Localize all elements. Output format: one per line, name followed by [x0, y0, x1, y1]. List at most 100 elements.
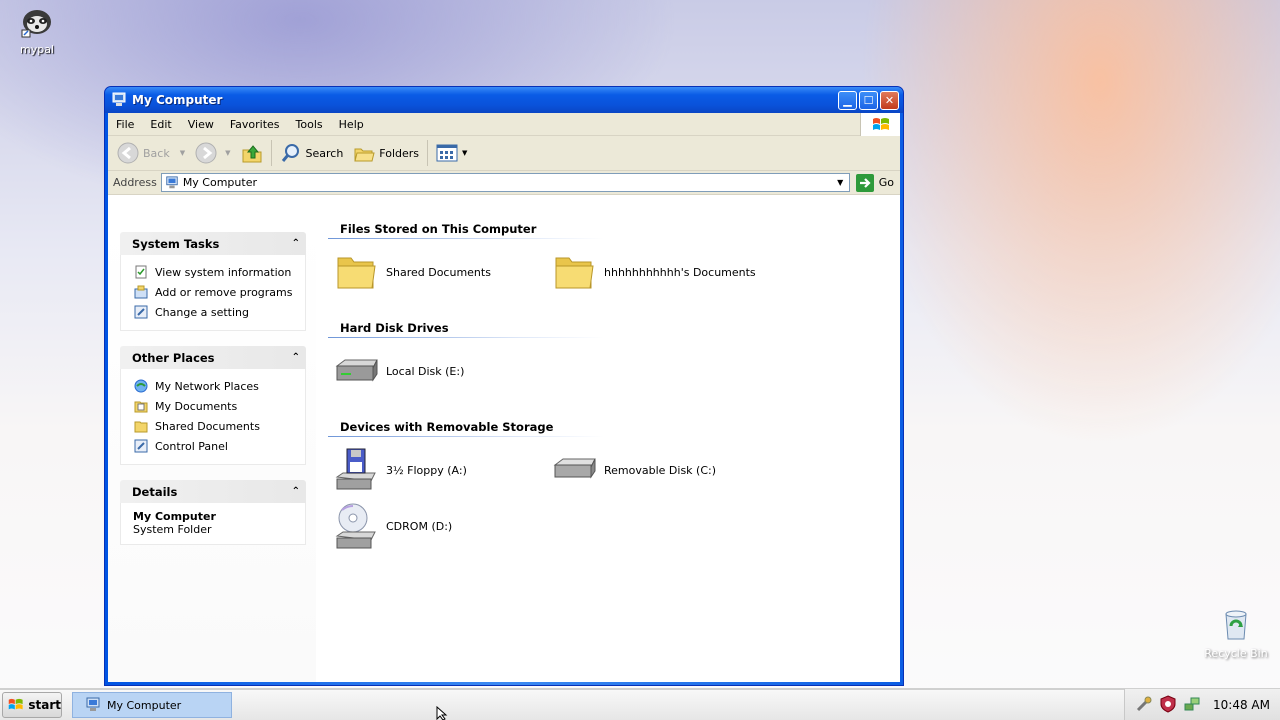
- item-shared-documents[interactable]: Shared Documents: [332, 248, 491, 296]
- item-label: Shared Documents: [386, 265, 491, 279]
- menu-edit[interactable]: Edit: [142, 118, 179, 131]
- my-computer-window[interactable]: My Computer ▁ ☐ ✕ File Edit View Favorit…: [104, 86, 904, 686]
- task-add-remove-programs[interactable]: Add or remove programs: [133, 282, 295, 302]
- collapse-chevron-icon[interactable]: ⌃: [292, 238, 300, 249]
- tray-tools-icon[interactable]: [1135, 695, 1153, 716]
- desktop-icon-recycle-bin[interactable]: Recycle Bin: [1204, 608, 1268, 660]
- taskbar-item-my-computer[interactable]: My Computer: [72, 692, 232, 718]
- group-hard-disk-drives: Hard Disk Drives: [328, 321, 604, 338]
- item-user-documents[interactable]: hhhhhhhhhhh's Documents: [550, 248, 756, 296]
- folder-icon: [332, 248, 380, 296]
- folders-label: Folders: [379, 146, 420, 160]
- group-divider: [328, 238, 604, 239]
- item-label: 3½ Floppy (A:): [386, 463, 467, 477]
- title-bar[interactable]: My Computer ▁ ☐ ✕: [105, 87, 903, 113]
- task-change-setting[interactable]: Change a setting: [133, 302, 295, 322]
- floppy-drive-icon: [332, 446, 380, 494]
- maximize-icon: ☐: [863, 93, 874, 107]
- menu-tools[interactable]: Tools: [288, 118, 331, 131]
- close-button[interactable]: ✕: [880, 90, 899, 110]
- removable-disk-icon: [550, 446, 598, 494]
- content-area: System Tasks ⌃ View system information A…: [108, 220, 900, 682]
- desktop-icon-mypal[interactable]: mypal: [5, 4, 69, 56]
- place-my-network-places[interactable]: My Network Places: [133, 376, 295, 396]
- menu-help[interactable]: Help: [331, 118, 372, 131]
- item-label: hhhhhhhhhhh's Documents: [604, 265, 756, 279]
- menu-file[interactable]: File: [108, 118, 142, 131]
- tray-network-icon[interactable]: [1183, 695, 1201, 716]
- mypal-raccoon-icon: [21, 10, 51, 38]
- item-removable-disk-c[interactable]: Removable Disk (C:): [550, 446, 716, 494]
- desktop-icon-label: mypal: [19, 43, 54, 56]
- go-label: Go: [878, 176, 894, 189]
- minimize-icon: ▁: [843, 93, 852, 107]
- windows-logo-icon: [8, 698, 23, 710]
- go-button[interactable]: Go: [855, 173, 894, 192]
- place-my-documents[interactable]: My Documents: [133, 396, 295, 416]
- close-icon: ✕: [884, 93, 895, 107]
- system-tasks-header[interactable]: System Tasks ⌃: [120, 232, 306, 255]
- panel-title: System Tasks: [132, 236, 220, 251]
- other-places-header[interactable]: Other Places ⌃: [120, 346, 306, 369]
- search-button[interactable]: Search: [275, 138, 349, 168]
- place-label: My Documents: [155, 399, 238, 413]
- maximize-button[interactable]: ☐: [859, 90, 878, 110]
- details-panel: Details ⌃ My Computer System Folder: [120, 480, 306, 545]
- address-dropdown-button[interactable]: ▼: [832, 174, 849, 191]
- views-button[interactable]: ▼: [431, 138, 472, 168]
- address-label: Address: [113, 176, 157, 189]
- file-view: Files Stored on This Computer Shared Doc…: [316, 220, 900, 682]
- group-removable-storage: Devices with Removable Storage: [328, 420, 604, 437]
- item-label: Local Disk (E:): [386, 364, 465, 378]
- start-button[interactable]: start: [2, 692, 62, 718]
- chevron-down-icon: ▼: [837, 178, 844, 187]
- views-icon: [436, 144, 458, 162]
- toolbar-separator: [270, 140, 272, 166]
- group-files-stored: Files Stored on This Computer: [328, 222, 604, 239]
- back-label: Back: [143, 146, 170, 160]
- search-icon: [281, 144, 299, 162]
- item-label: Removable Disk (C:): [604, 463, 717, 477]
- details-type: System Folder: [133, 523, 212, 536]
- panel-title: Details: [132, 484, 178, 499]
- computer-icon: [86, 697, 100, 711]
- menu-view[interactable]: View: [180, 118, 222, 131]
- forward-button[interactable]: ▼: [190, 138, 235, 168]
- item-label: CDROM (D:): [386, 519, 453, 533]
- place-shared-documents[interactable]: Shared Documents: [133, 416, 295, 436]
- address-value: My Computer: [182, 176, 257, 189]
- control-panel-icon: [133, 304, 149, 320]
- other-places-panel: Other Places ⌃ My Network Places My Docu…: [120, 346, 306, 465]
- item-floppy-a[interactable]: 3½ Floppy (A:): [332, 446, 467, 494]
- clock[interactable]: 10:48 AM: [1213, 698, 1270, 712]
- collapse-chevron-icon[interactable]: ⌃: [292, 352, 300, 363]
- item-local-disk-e[interactable]: Local Disk (E:): [332, 347, 464, 395]
- collapse-chevron-icon[interactable]: ⌃: [292, 486, 300, 497]
- minimize-button[interactable]: ▁: [838, 90, 857, 110]
- up-folder-icon: [242, 145, 261, 163]
- computer-icon: [112, 92, 126, 106]
- add-remove-programs-icon: [133, 284, 149, 300]
- control-panel-icon: [133, 438, 149, 454]
- system-info-icon: [133, 264, 149, 280]
- group-title: Devices with Removable Storage: [340, 420, 554, 434]
- folder-icon: [550, 248, 598, 296]
- folders-button[interactable]: Folders: [348, 138, 424, 168]
- place-label: Shared Documents: [155, 419, 260, 433]
- up-folder-button[interactable]: [236, 138, 268, 168]
- item-cdrom-d[interactable]: CDROM (D:): [332, 502, 452, 550]
- details-header[interactable]: Details ⌃: [120, 480, 306, 503]
- group-divider: [328, 337, 604, 338]
- place-label: Control Panel: [155, 439, 228, 453]
- task-label: Change a setting: [155, 305, 249, 319]
- menu-favorites[interactable]: Favorites: [222, 118, 288, 131]
- tray-shield-icon[interactable]: [1159, 694, 1177, 716]
- back-dropdown-icon[interactable]: ▼: [180, 149, 185, 157]
- back-button[interactable]: Back ▼: [112, 138, 190, 168]
- computer-icon: [166, 175, 178, 188]
- address-input[interactable]: My Computer ▼: [160, 173, 850, 192]
- forward-dropdown-icon[interactable]: ▼: [225, 149, 230, 157]
- group-title: Files Stored on This Computer: [340, 222, 537, 236]
- place-control-panel[interactable]: Control Panel: [133, 436, 295, 456]
- task-view-system-information[interactable]: View system information: [133, 262, 295, 282]
